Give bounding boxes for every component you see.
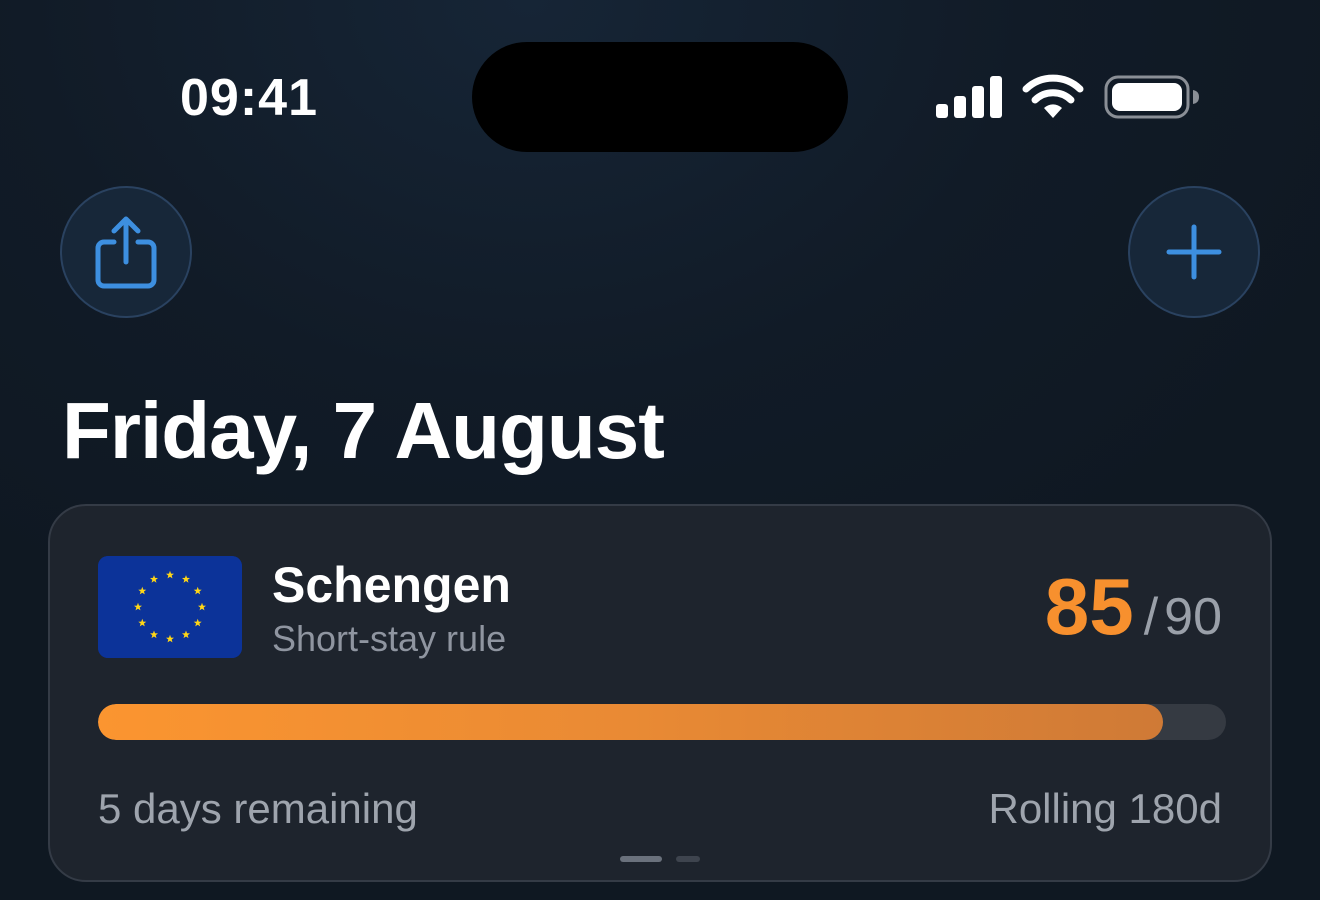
page-dot[interactable]: [676, 856, 700, 862]
page-dot-active[interactable]: [620, 856, 662, 862]
usage-progress-fill: [98, 704, 1163, 740]
plus-icon: [1166, 224, 1222, 280]
days-max: 90: [1164, 588, 1222, 646]
share-button[interactable]: [60, 186, 192, 318]
region-title: Schengen: [272, 557, 511, 613]
add-button[interactable]: [1128, 186, 1260, 318]
days-used: 85: [1044, 562, 1134, 651]
days-remaining-label: 5 days remaining: [98, 785, 418, 832]
counter-separator: /: [1143, 588, 1159, 646]
share-icon: [95, 216, 157, 289]
schengen-card[interactable]: Schengen Short-stay rule 85 / 90 5 days …: [48, 504, 1272, 882]
dynamic-island: [472, 42, 848, 152]
wifi-icon: [1022, 74, 1084, 118]
cellular-signal-icon: [936, 76, 1002, 118]
battery-icon: [1104, 75, 1199, 119]
status-time: 09:41: [180, 69, 318, 127]
page-indicator[interactable]: [620, 856, 700, 862]
page-title: Friday, 7 August: [62, 386, 665, 475]
day-counter: 85 / 90: [1045, 564, 1222, 660]
usage-progress-bar: [98, 704, 1226, 740]
rolling-window-label: Rolling 180d: [988, 785, 1222, 832]
eu-flag-icon: [98, 556, 242, 658]
app-screen: 09:41 Friday, 7 August Schengen Short-st…: [0, 0, 1320, 900]
region-subtitle: Short-stay rule: [272, 618, 507, 659]
